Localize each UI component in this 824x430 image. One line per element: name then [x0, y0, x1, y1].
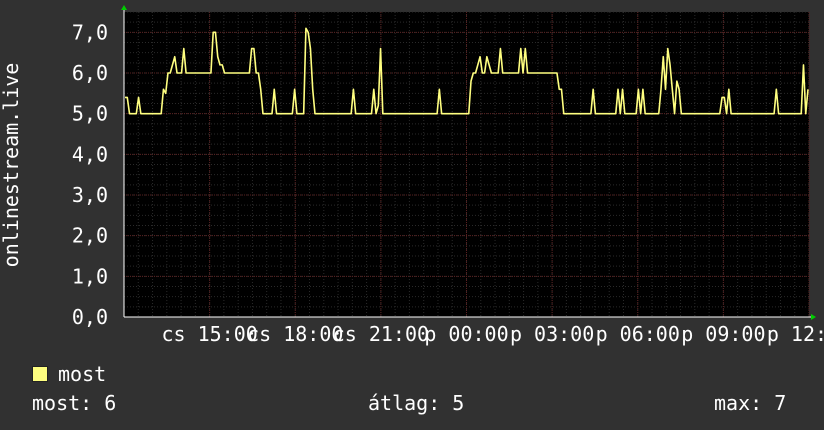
x-tick-label: p 00:00 — [424, 322, 508, 346]
stat-max: max: 7 — [714, 391, 787, 415]
y-tick-label: 2,0 — [72, 224, 108, 248]
y-tick-label: 4,0 — [72, 142, 108, 166]
x-axis-arrow — [811, 314, 816, 320]
x-tick-label: cs 21:00 — [333, 322, 429, 346]
y-tick-label: 6,0 — [72, 61, 108, 85]
y-tick-label: 0,0 — [72, 305, 108, 329]
y-tick-label: 7,0 — [72, 20, 108, 44]
y-tick-label: 5,0 — [72, 102, 108, 126]
x-tick-label: cs 15:00 — [161, 322, 257, 346]
y-axis-label: onlinestream.live — [0, 63, 23, 268]
x-tick-label: cs 18:00 — [247, 322, 343, 346]
legend-swatch — [32, 366, 48, 382]
stat-average: átlag: 5 — [368, 391, 465, 415]
x-tick-label: p 12:00 — [767, 322, 824, 346]
chart-svg: 0,0 1,0 2,0 3,0 4,0 5,0 6,0 7,0 cs 15:00cs 18:00… — [0, 5, 824, 346]
x-tick-label: p 06:00 — [596, 322, 680, 346]
stat-current: most: 6 — [32, 391, 117, 415]
legend-label: most — [58, 362, 107, 386]
chart-panel: 0,0 1,0 2,0 3,0 4,0 5,0 6,0 7,0 cs 15:00 cs 18:00… — [0, 0, 824, 430]
y-axis-arrow — [121, 5, 127, 10]
x-tick-label: p 09:00 — [681, 322, 765, 346]
y-tick-label: 1,0 — [72, 264, 108, 288]
y-tick-label: 3,0 — [72, 183, 108, 207]
x-tick-label: p 03:00 — [510, 322, 594, 346]
legend: most — [32, 362, 106, 386]
